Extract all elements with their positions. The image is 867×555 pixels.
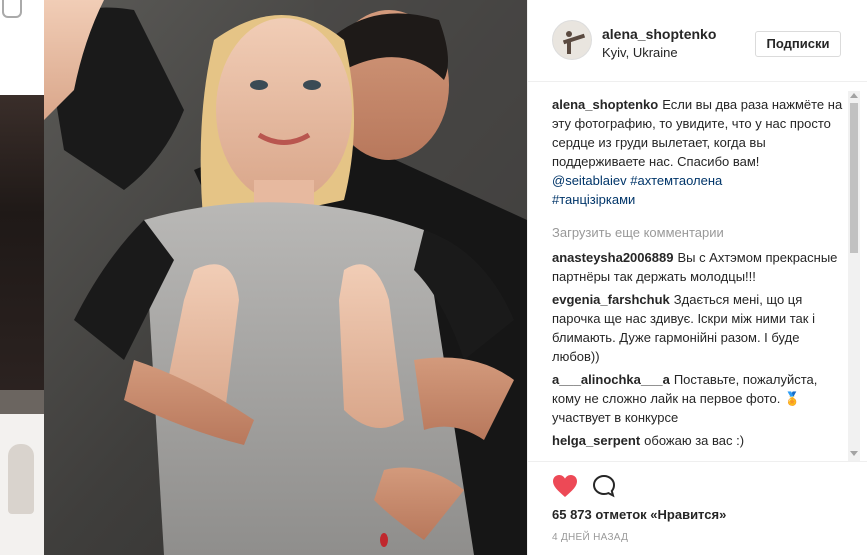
comment-author[interactable]: helga_serpent bbox=[552, 433, 640, 448]
caption-hashtag[interactable]: #танцізірками bbox=[552, 192, 635, 207]
comments-section: alena_shoptenko Если вы два раза нажмёте … bbox=[528, 83, 867, 461]
avatar[interactable] bbox=[552, 20, 592, 60]
like-count[interactable]: 65 873 отметок «Нравится» bbox=[552, 507, 726, 522]
comment-author[interactable]: a___alinochka___a bbox=[552, 372, 670, 387]
partial-icon bbox=[2, 0, 22, 18]
comment-text: обожаю за вас :) bbox=[644, 433, 745, 448]
post-timestamp[interactable]: 4 ДНЕЙ НАЗАД bbox=[552, 532, 628, 543]
comment-item: a___alinochka___a Поставьте, пожалуйста, … bbox=[552, 370, 844, 427]
post-header: alena_shoptenko Kyiv, Ukraine Подписки bbox=[528, 0, 867, 82]
comment-author[interactable]: anasteysha2006889 bbox=[552, 250, 673, 265]
comment-item: evgenia_farshchuk Здається мені, що ця па… bbox=[552, 290, 844, 366]
scroll-up-icon[interactable] bbox=[850, 93, 858, 98]
following-button[interactable]: Подписки bbox=[755, 31, 841, 57]
comment-item: anasteysha2006889 Вы с Ахтэмом прекрасные… bbox=[552, 248, 844, 286]
post-actions: 65 873 отметок «Нравится» 4 ДНЕЙ НАЗАД bbox=[528, 461, 867, 555]
caption-author[interactable]: alena_shoptenko bbox=[552, 97, 658, 112]
scrollbar-thumb[interactable] bbox=[850, 103, 858, 253]
caption-hashtag[interactable]: #ахтемтаолена bbox=[630, 173, 722, 188]
post-location[interactable]: Kyiv, Ukraine bbox=[602, 45, 678, 60]
heart-icon[interactable] bbox=[552, 474, 578, 498]
comment-icon[interactable] bbox=[592, 474, 616, 498]
photo-illustration bbox=[44, 0, 527, 555]
scroll-down-icon[interactable] bbox=[850, 451, 858, 456]
post-photo[interactable] bbox=[44, 0, 527, 555]
comment-author[interactable]: evgenia_farshchuk bbox=[552, 292, 670, 307]
caption: alena_shoptenko Если вы два раза нажмёте … bbox=[552, 95, 844, 209]
post-username[interactable]: alena_shoptenko bbox=[602, 26, 716, 42]
comment-item: helga_serpent обожаю за вас :) bbox=[552, 431, 844, 450]
caption-mention[interactable]: @seitablaiev bbox=[552, 173, 627, 188]
load-more-comments-link[interactable]: Загрузить еще комментарии bbox=[552, 223, 844, 242]
comments-scrollbar[interactable] bbox=[848, 91, 860, 461]
previous-post-preview[interactable] bbox=[0, 0, 44, 555]
post-sidebar: alena_shoptenko Kyiv, Ukraine Подписки a… bbox=[527, 0, 867, 555]
